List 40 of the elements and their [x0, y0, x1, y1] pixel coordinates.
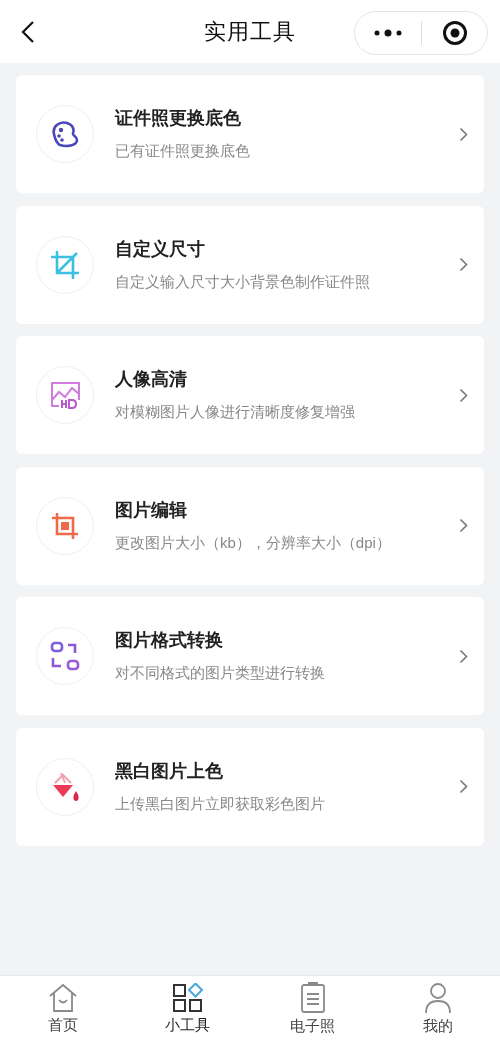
tool-title: 人像高清 — [115, 368, 188, 392]
hd-image-icon — [49, 380, 81, 410]
tool-title: 图片编辑 — [115, 498, 188, 522]
tool-description: 对不同格式的图片类型进行转换 — [115, 663, 326, 684]
tool-description: 对模糊图片人像进行清晰度修复增强 — [115, 402, 356, 423]
page-title: 实用工具 — [203, 18, 297, 46]
tool-card[interactable]: 证件照更换底色 已有证件照更换底色 — [16, 75, 484, 193]
chevron-icon — [459, 779, 468, 794]
tab-bar-item[interactable]: 小工具 — [125, 976, 250, 1047]
tool-description: 已有证件照更换底色 — [115, 141, 251, 162]
chevron-icon — [459, 518, 468, 533]
tool-title: 自定义尺寸 — [115, 237, 206, 261]
tab-bar-item[interactable]: 我的 — [375, 976, 500, 1047]
crop-icon — [49, 248, 81, 281]
tool-description: 更改图片大小（kb），分辨率大小（dpi） — [115, 532, 392, 553]
tool-card[interactable]: 人像高清 对模糊图片人像进行清晰度修复增强 — [16, 336, 484, 454]
palette-icon — [50, 120, 80, 148]
chevron-icon — [459, 648, 468, 664]
grid-icon — [171, 982, 204, 1013]
chevron-icon — [459, 257, 468, 272]
tool-description: 自定义输入尺寸大小背景色制作证件照 — [115, 271, 371, 292]
chevron-icon — [459, 387, 468, 403]
tab-bar-item[interactable]: 电子照 — [250, 976, 375, 1047]
person-icon — [422, 981, 453, 1014]
tool-description: 上传黑白图片立即获取彩色图片 — [115, 793, 326, 814]
tool-card[interactable]: 图片格式转换 对不同格式的图片类型进行转换 — [16, 597, 484, 715]
more-icon — [373, 28, 403, 38]
tab-bar-item[interactable]: 首页 — [0, 976, 125, 1047]
document-icon — [298, 981, 327, 1014]
tool-title: 图片格式转换 — [115, 629, 224, 653]
crop-icon — [50, 510, 80, 541]
tool-title: 黑白图片上色 — [115, 759, 224, 783]
chevron-icon — [459, 126, 468, 142]
tool-card[interactable]: 自定义尺寸 自定义输入尺寸大小背景色制作证件照 — [16, 205, 484, 324]
convert-icon — [49, 640, 81, 672]
target-icon — [441, 20, 468, 46]
tool-card[interactable]: 黑白图片上色 上传黑白图片立即获取彩色图片 — [16, 727, 484, 846]
tool-card[interactable]: 图片编辑 更改图片大小（kb），分辨率大小（dpi） — [16, 466, 484, 585]
back-icon — [21, 20, 35, 44]
tool-title: 证件照更换底色 — [115, 107, 242, 131]
